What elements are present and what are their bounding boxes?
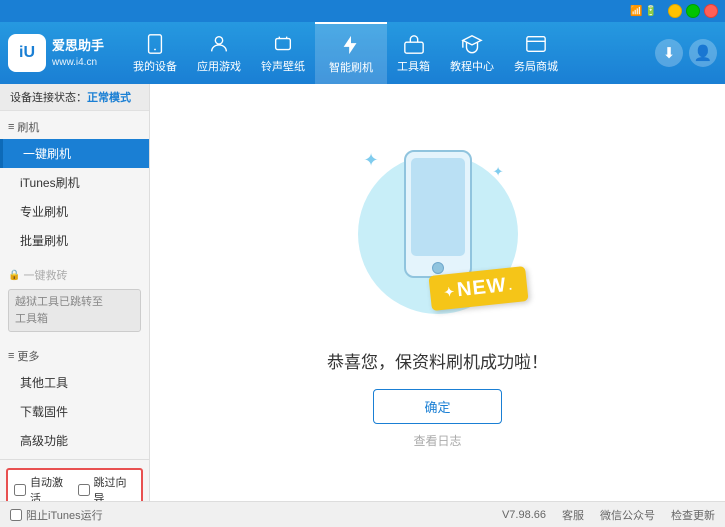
nav-item-my-device[interactable]: 我的设备: [123, 22, 187, 84]
toolbox-icon: [403, 33, 425, 55]
sidebar-item-other-tools[interactable]: 其他工具: [0, 368, 149, 397]
header: iU 爱思助手 www.i4.cn 我的设备 应用游戏 铃声壁纸 智能刷机 工具…: [0, 22, 725, 84]
sidebar-bottom: 自动激活 跳过向导 📱 iPhone 15 Pro Max 512GB iPho…: [0, 459, 149, 501]
section-more-header: ≡ 更多: [0, 344, 149, 368]
logo: iU 爱思助手 www.i4.cn: [8, 34, 123, 72]
auto-activate-label[interactable]: 自动激活: [30, 474, 72, 501]
status-label: 设备连接状态：: [10, 92, 87, 104]
download-btn[interactable]: ⬇: [655, 39, 683, 67]
footer-link-wechat[interactable]: 微信公众号: [600, 507, 655, 523]
sidebar-item-pro-flash[interactable]: 专业刷机: [0, 197, 149, 226]
section-more-icon: ≡: [8, 350, 14, 362]
top-window-bar: 📶 🔋: [0, 0, 725, 22]
section-rescue: 🔒 一键救砖 越狱工具已跳转至工具箱: [0, 259, 149, 340]
content-area: ✦ ✦ ✦NEW. 恭喜您，保资料刷机成功啦！ 确定 查看日志: [150, 84, 725, 501]
footer-link-update[interactable]: 检查更新: [671, 507, 715, 523]
device-icon: [144, 33, 166, 55]
user-btn[interactable]: 👤: [689, 39, 717, 67]
phone-illustration: ✦ ✦ ✦NEW.: [338, 136, 538, 336]
nav-item-smart-flash[interactable]: 智能刷机: [315, 22, 387, 84]
success-message: 恭喜您，保资料刷机成功啦！: [327, 348, 548, 373]
footer-link-service[interactable]: 客服: [562, 507, 584, 523]
section-flash: ≡ 刷机 一键刷机 iTunes刷机 专业刷机 批量刷机: [0, 111, 149, 259]
confirm-button[interactable]: 确定: [373, 389, 501, 424]
nav-item-app-game[interactable]: 应用游戏: [187, 22, 251, 84]
footer: 阻止iTunes运行 V7.98.66 客服 微信公众号 检查更新: [0, 501, 725, 527]
view-log-link[interactable]: 查看日志: [413, 432, 461, 449]
nav-item-ringtone[interactable]: 铃声壁纸: [251, 22, 315, 84]
maximize-btn[interactable]: [686, 4, 700, 18]
tutorial-icon: [461, 33, 483, 55]
wifi-icon: 📶: [630, 6, 642, 17]
footer-right: V7.98.66 客服 微信公众号 检查更新: [502, 507, 715, 523]
close-btn[interactable]: [704, 4, 718, 18]
sidebar-item-itunes-flash[interactable]: iTunes刷机: [0, 168, 149, 197]
sidebar: 设备连接状态：正常模式 ≡ 刷机 一键刷机 iTunes刷机 专业刷机 批量刷机: [0, 84, 150, 501]
nav-item-toolbox[interactable]: 工具箱: [387, 22, 440, 84]
minimize-btn[interactable]: [668, 4, 682, 18]
logo-text: 爱思助手 www.i4.cn: [52, 36, 104, 71]
phone-device: [404, 150, 472, 278]
footer-left: 阻止iTunes运行: [10, 507, 103, 523]
status-bar: 设备连接状态：正常模式: [0, 84, 149, 111]
checkbox-row: 自动激活 跳过向导: [6, 468, 143, 501]
section-flash-header: ≡ 刷机: [0, 115, 149, 139]
logo-icon: iU: [8, 34, 46, 72]
new-dot-icon: .: [508, 278, 514, 292]
guide-activate-label[interactable]: 跳过向导: [94, 474, 136, 501]
sidebar-item-one-key-flash[interactable]: 一键刷机: [0, 139, 149, 168]
battery-icon: 🔋: [645, 6, 657, 17]
guide-activate-checkbox[interactable]: [78, 484, 90, 496]
phone-screen: [411, 158, 465, 256]
itunes-label: 阻止iTunes运行: [26, 507, 103, 523]
nav-item-tutorial[interactable]: 教程中心: [440, 22, 504, 84]
nav-bar: 我的设备 应用游戏 铃声壁纸 智能刷机 工具箱 教程中心 务局商城: [123, 22, 649, 84]
sparkle-icon-2: ✦: [493, 164, 504, 180]
phone-home-btn: [432, 262, 444, 274]
flash-icon: [340, 34, 362, 56]
ringtone-icon: [272, 33, 294, 55]
disabled-notice-box: 越狱工具已跳转至工具箱: [8, 289, 141, 332]
lock-icon: 🔒: [8, 270, 20, 281]
service-icon: [525, 33, 547, 55]
new-sparkle-icon: ✦: [444, 284, 456, 299]
itunes-checkbox[interactable]: [10, 509, 22, 521]
status-value: 正常模式: [87, 92, 131, 104]
section-rescue-header: 🔒 一键救砖: [0, 263, 149, 287]
sparkle-icon-1: ✦: [364, 150, 379, 171]
version-label: V7.98.66: [502, 509, 546, 521]
section-flash-icon: ≡: [8, 121, 14, 133]
header-actions: ⬇ 👤: [655, 39, 717, 67]
auto-activate-checkbox[interactable]: [14, 484, 26, 496]
sidebar-item-batch-flash[interactable]: 批量刷机: [0, 226, 149, 255]
main-area: 设备连接状态：正常模式 ≡ 刷机 一键刷机 iTunes刷机 专业刷机 批量刷机: [0, 84, 725, 501]
nav-item-service[interactable]: 务局商城: [504, 22, 568, 84]
sidebar-item-download-firmware[interactable]: 下载固件: [0, 397, 149, 426]
section-more: ≡ 更多 其他工具 下载固件 高级功能: [0, 340, 149, 459]
sidebar-item-advanced[interactable]: 高级功能: [0, 426, 149, 455]
app-icon: [208, 33, 230, 55]
